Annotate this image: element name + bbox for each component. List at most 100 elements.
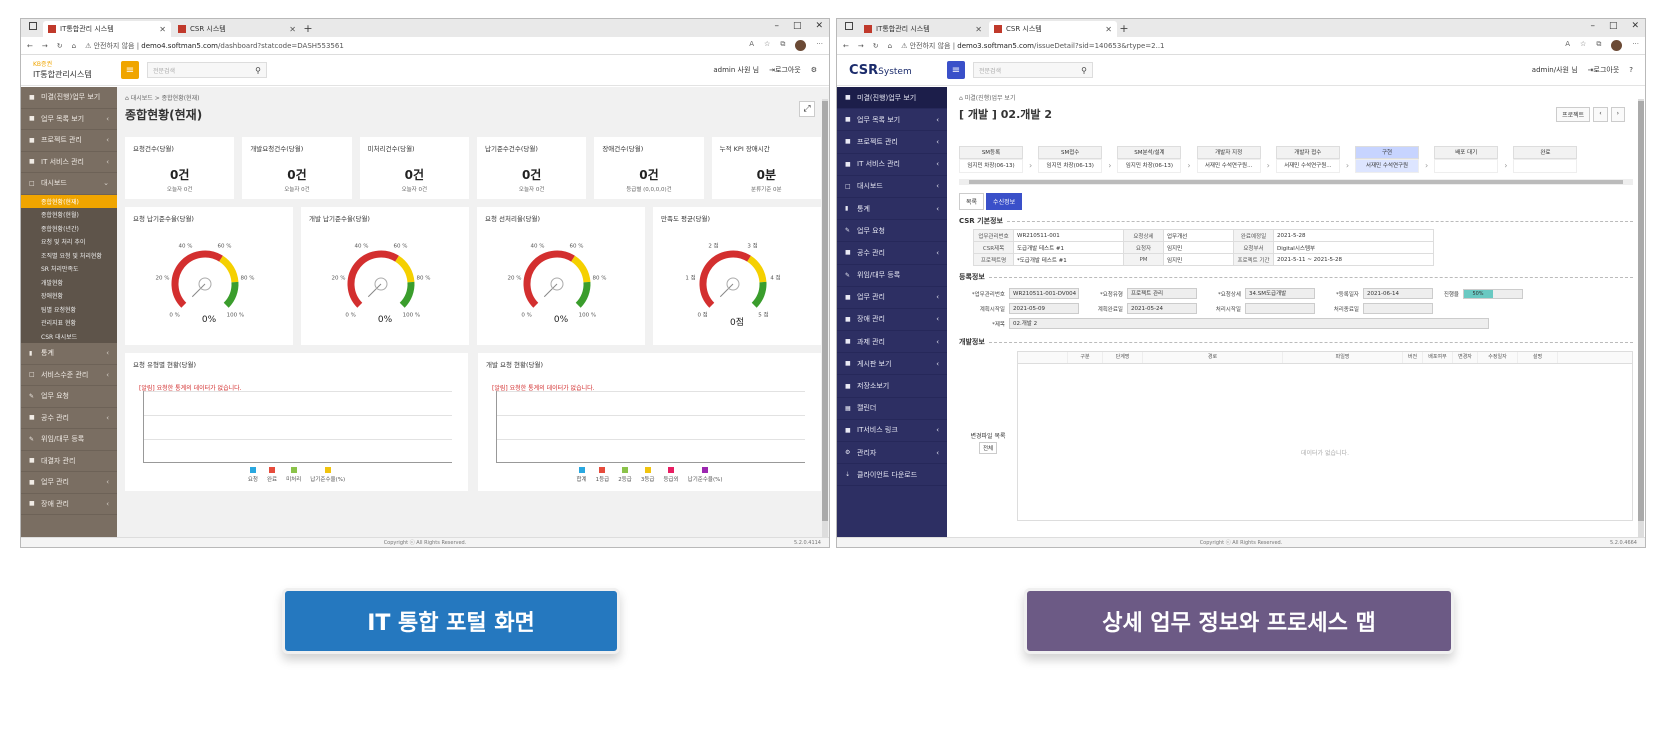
detail-tab[interactable]: 수신정보 xyxy=(986,193,1023,210)
table-column-header[interactable]: 구분 xyxy=(1068,352,1103,363)
sidebar-subitem[interactable]: CSR 대시보드 xyxy=(21,330,117,344)
sidebar-subitem[interactable]: 관리지표 현황 xyxy=(21,316,117,330)
sidebar-item[interactable]: ✎ 위임/대무 등록 xyxy=(837,265,947,287)
table-column-header[interactable]: 배포여부 xyxy=(1423,352,1453,363)
proc-start-field[interactable] xyxy=(1245,303,1315,314)
collections-icon[interactable]: ⧉ xyxy=(1596,40,1601,51)
sidebar-item[interactable]: □ 대시보드 ‹ xyxy=(837,176,947,198)
table-column-header[interactable]: 수정일자 xyxy=(1478,352,1518,363)
sidebar-item[interactable]: ▮ 통계 ‹ xyxy=(837,198,947,221)
mgmt-no-field[interactable]: WR210511-001-DV004 xyxy=(1009,288,1079,299)
sidebar-item[interactable]: □ 서비스수준 관리 ‹ xyxy=(21,365,117,386)
process-step[interactable]: SM등록 임지민 차장(06-13) xyxy=(959,146,1023,173)
maximize-icon[interactable]: □ xyxy=(1609,21,1618,31)
vertical-scrollbar[interactable] xyxy=(1638,99,1644,539)
app-logo[interactable]: KB증권 IT통합관리시스템 xyxy=(21,60,121,80)
sidebar-subitem[interactable]: 종합현황(현재) xyxy=(21,194,117,208)
forward-icon[interactable]: → xyxy=(858,42,864,50)
sidebar-item[interactable]: ■ 저장소보기 xyxy=(837,375,947,398)
sidebar-item[interactable]: ✎ 업무 요청 xyxy=(837,220,947,243)
close-window-icon[interactable]: ✕ xyxy=(1631,21,1639,31)
back-icon[interactable]: ← xyxy=(27,42,33,50)
legend-item[interactable]: 완료 xyxy=(267,467,277,483)
profile-avatar[interactable] xyxy=(1611,40,1623,51)
sidebar-item[interactable]: ■ 업무 관리 ‹ xyxy=(21,472,117,494)
forward-icon[interactable]: → xyxy=(42,42,48,50)
legend-item[interactable]: 2등급 xyxy=(618,467,632,483)
legend-item[interactable]: 납기준수율(%) xyxy=(688,467,723,483)
table-column-header[interactable]: 단계명 xyxy=(1103,352,1143,363)
proc-end-field[interactable] xyxy=(1363,303,1433,314)
plan-start-field[interactable]: 2021-05-09 xyxy=(1009,303,1079,314)
process-step[interactable]: SM분석/설계 임지민 차장(06-13) xyxy=(1117,146,1182,173)
browser-tab[interactable]: IT통합관리 시스템 ✕ xyxy=(43,21,171,37)
home-icon[interactable]: ⌂ xyxy=(888,42,892,50)
all-files-button[interactable]: 전체 xyxy=(978,442,998,454)
req-detail-field[interactable]: 34.SM도급개발 xyxy=(1245,288,1315,299)
detail-tab[interactable]: 목록 xyxy=(959,193,985,210)
close-tab-icon[interactable]: ✕ xyxy=(1105,25,1112,34)
search-icon[interactable]: ⚲ xyxy=(1081,66,1087,75)
process-step[interactable]: 구현 서재민 수석연구원 xyxy=(1355,146,1420,173)
maximize-icon[interactable]: □ xyxy=(793,21,802,31)
sidebar-item[interactable]: ■ IT서비스 링크 ‹ xyxy=(837,420,947,442)
search-icon[interactable]: ⚲ xyxy=(255,66,261,75)
back-icon[interactable]: ← xyxy=(843,42,849,50)
sidebar-item[interactable]: ■ 게시판 보기 ‹ xyxy=(837,353,947,376)
favorite-star-icon[interactable]: ☆ xyxy=(764,40,770,51)
reg-date-field[interactable]: 2021-06-14 xyxy=(1363,288,1433,299)
legend-item[interactable]: 등급외 xyxy=(663,467,679,483)
process-step[interactable]: 개발자 접수 서재민 수석연구원... xyxy=(1275,146,1340,173)
tab-actions-icon[interactable] xyxy=(845,22,853,30)
sidebar-item[interactable]: ■ 프로젝트 관리 ‹ xyxy=(837,131,947,154)
close-tab-icon[interactable]: ✕ xyxy=(289,25,296,34)
more-menu-icon[interactable]: ··· xyxy=(816,40,823,51)
plan-end-field[interactable]: 2021-05-24 xyxy=(1127,303,1197,314)
help-icon[interactable]: ? xyxy=(1629,66,1633,74)
sidebar-item[interactable]: ■ 업무 목록 보기 ‹ xyxy=(21,109,117,130)
top-button[interactable]: › xyxy=(1610,107,1625,122)
url-field[interactable]: ⚠ 안전하지 않음 | demo4.softman5.com/dashboard… xyxy=(85,41,740,51)
top-button[interactable]: 프로젝트 xyxy=(1556,107,1591,122)
settings-gear-icon[interactable]: ⚙ xyxy=(811,66,817,74)
browser-tab[interactable]: IT통합관리 시스템 ✕ xyxy=(859,21,987,37)
collections-icon[interactable]: ⧉ xyxy=(780,40,785,51)
global-search-input[interactable]: 전문검색 ⚲ xyxy=(147,62,267,78)
table-column-header[interactable]: 변경자 xyxy=(1453,352,1478,363)
table-column-header[interactable]: 설명 xyxy=(1518,352,1558,363)
sidebar-item[interactable]: ■ 장애 관리 ‹ xyxy=(21,494,117,515)
browser-tab[interactable]: CSR 시스템 ✕ xyxy=(173,21,301,37)
table-column-header[interactable]: 버전 xyxy=(1403,352,1423,363)
legend-item[interactable]: 합계 xyxy=(576,467,587,483)
menu-toggle-button[interactable]: ≡ xyxy=(121,61,139,79)
legend-item[interactable]: 1등급 xyxy=(596,467,609,483)
logout-link[interactable]: ⇥로그아웃 xyxy=(1588,65,1620,75)
sidebar-subitem[interactable]: 종합현황(현월) xyxy=(21,208,117,222)
fullscreen-expand-icon[interactable]: ⤢ xyxy=(799,101,815,117)
sidebar-item[interactable]: ✎ 위임/대무 등록 xyxy=(21,429,117,451)
legend-item[interactable]: 미처리 xyxy=(286,467,301,483)
sidebar-subitem[interactable]: 조직별 요청 및 처리현황 xyxy=(21,249,117,263)
close-tab-icon[interactable]: ✕ xyxy=(975,25,982,34)
sidebar-item[interactable]: ■ 과제 관리 ‹ xyxy=(837,331,947,354)
sidebar-item[interactable]: ■ 업무 목록 보기 ‹ xyxy=(837,109,947,132)
req-type-field[interactable]: 프로젝트 관리 xyxy=(1127,288,1197,299)
legend-item[interactable]: 요청 xyxy=(248,467,258,483)
sidebar-subitem[interactable]: 개발현황 xyxy=(21,276,117,290)
tab-actions-icon[interactable] xyxy=(29,22,37,30)
title-field[interactable]: 02.개발 2 xyxy=(1009,318,1489,329)
sidebar-item[interactable]: ■ 미결(진행)업무 보기 xyxy=(21,87,117,109)
process-map-scrollbar[interactable] xyxy=(959,179,1633,185)
new-tab-icon[interactable]: + xyxy=(1117,21,1131,37)
more-menu-icon[interactable]: ··· xyxy=(1632,40,1639,51)
sidebar-item[interactable]: ■ 장애 관리 ‹ xyxy=(837,309,947,332)
sidebar-item[interactable]: ⚙ 관리자 ‹ xyxy=(837,442,947,465)
close-tab-icon[interactable]: ✕ xyxy=(159,25,166,34)
sidebar-item[interactable]: ■ 미결(진행)업무 보기 xyxy=(837,87,947,110)
sidebar-subitem[interactable]: SR 처리만족도 xyxy=(21,262,117,276)
minimize-icon[interactable]: – xyxy=(774,21,779,31)
new-tab-icon[interactable]: + xyxy=(301,21,315,37)
sidebar-item[interactable]: ✎ 업무 요청 xyxy=(21,386,117,408)
browser-tab[interactable]: CSR 시스템 ✕ xyxy=(989,21,1117,37)
sidebar-item[interactable]: ■ IT 서비스 관리 ‹ xyxy=(837,154,947,176)
